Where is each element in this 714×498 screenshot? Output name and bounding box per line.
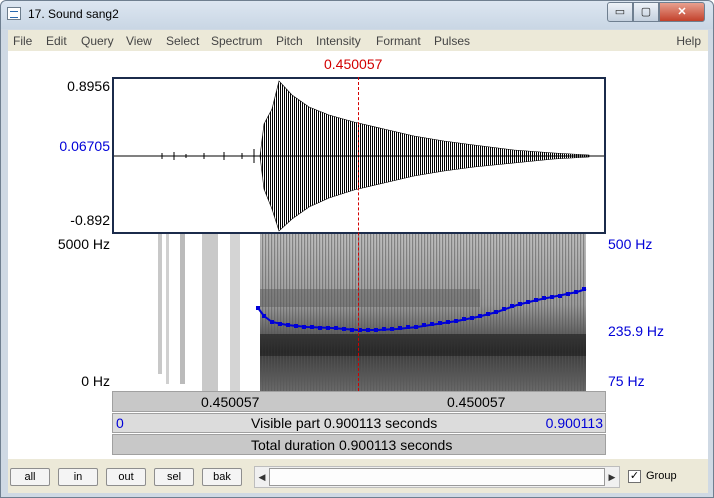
spectrogram-f2	[260, 289, 480, 307]
spectrogram-svg	[112, 234, 606, 391]
menu-view[interactable]: View	[126, 34, 152, 48]
zoom-out-button[interactable]: out	[106, 468, 146, 486]
menu-pitch[interactable]: Pitch	[276, 34, 303, 48]
menu-spectrum[interactable]: Spectrum	[211, 34, 262, 48]
close-button[interactable]: ✕	[659, 2, 705, 22]
visible-part-bar[interactable]: 0 Visible part 0.900113 seconds 0.900113	[112, 413, 606, 433]
cursor-time-bar[interactable]: 0.450057 0.450057	[112, 391, 606, 412]
spectrogram-bottom-label: 0 Hz	[81, 373, 110, 389]
spectrogram-burst	[158, 234, 162, 374]
time-cursor	[358, 77, 359, 391]
spectrogram-burst	[180, 234, 185, 384]
scroll-right-arrow-icon[interactable]: ▶	[605, 467, 619, 487]
menu-file[interactable]: File	[13, 34, 32, 48]
total-duration-label: Total duration 0.900113 seconds	[251, 437, 453, 453]
praat-window: 17. Sound sang2 ▭ ▢ ✕ File Edit Query Vi…	[0, 0, 714, 498]
visible-start-time: 0	[116, 415, 124, 431]
menu-intensity[interactable]: Intensity	[316, 34, 361, 48]
maximize-button[interactable]: ▢	[633, 2, 659, 22]
spectrogram-burst	[230, 234, 240, 391]
menu-select[interactable]: Select	[166, 34, 199, 48]
time-scrollbar[interactable]: ◀ ▶	[254, 466, 620, 488]
spectrogram-f1	[260, 334, 586, 356]
menu-formant[interactable]: Formant	[376, 34, 421, 48]
waveform-min-label: -0.892	[70, 212, 110, 228]
zoom-all-button[interactable]: all	[10, 468, 50, 486]
client-area: File Edit Query View Select Spectrum Pit…	[8, 30, 708, 493]
spectrogram-panel[interactable]	[112, 234, 606, 391]
menu-edit[interactable]: Edit	[46, 34, 67, 48]
spectrogram-burst	[166, 234, 169, 384]
menu-query[interactable]: Query	[81, 34, 114, 48]
waveform-cursor-value: 0.06705	[59, 138, 110, 154]
waveform-max-label: 0.8956	[67, 78, 110, 94]
waveform-svg	[114, 80, 604, 232]
cursor-time-label: 0.450057	[324, 56, 383, 72]
group-label: Group	[646, 470, 677, 482]
cursor-left-interval[interactable]: 0.450057	[201, 394, 259, 410]
minimize-button[interactable]: ▭	[607, 2, 633, 22]
menu-help[interactable]: Help	[676, 34, 701, 48]
zoom-selection-button[interactable]: sel	[154, 468, 194, 486]
window-title: 17. Sound sang2	[28, 7, 119, 21]
visible-part-label: Visible part 0.900113 seconds	[251, 415, 438, 431]
pitch-top-label: 500 Hz	[608, 236, 653, 252]
menu-pulses[interactable]: Pulses	[434, 34, 470, 48]
scroll-thumb[interactable]	[269, 468, 605, 486]
sound-window-icon	[7, 7, 21, 20]
spectrogram-top-label: 5000 Hz	[57, 236, 110, 252]
menu-bar: File Edit Query View Select Spectrum Pit…	[8, 30, 708, 51]
spectrogram-burst	[202, 234, 218, 391]
pitch-bottom-label: 75 Hz	[608, 373, 645, 389]
pitch-cursor-value: 235.9 Hz	[608, 323, 665, 339]
zoom-in-button[interactable]: in	[58, 468, 98, 486]
scroll-left-arrow-icon[interactable]: ◀	[255, 467, 269, 487]
waveform-panel[interactable]	[112, 77, 606, 234]
zoom-back-button[interactable]: bak	[202, 468, 242, 486]
title-bar[interactable]: 17. Sound sang2 ▭ ▢ ✕	[1, 1, 713, 29]
visible-end-time: 0.900113	[545, 415, 603, 431]
group-checkbox[interactable]: ✓	[628, 470, 641, 483]
total-duration-bar[interactable]: Total duration 0.900113 seconds	[112, 434, 606, 455]
spectrogram-harmonics	[260, 234, 586, 391]
waveform-envelope	[259, 80, 590, 232]
sound-editor-canvas[interactable]: 0.450057 0.8956 0.06705 -0.892 5000 Hz 0…	[8, 51, 708, 459]
cursor-right-interval[interactable]: 0.450057	[447, 394, 505, 410]
